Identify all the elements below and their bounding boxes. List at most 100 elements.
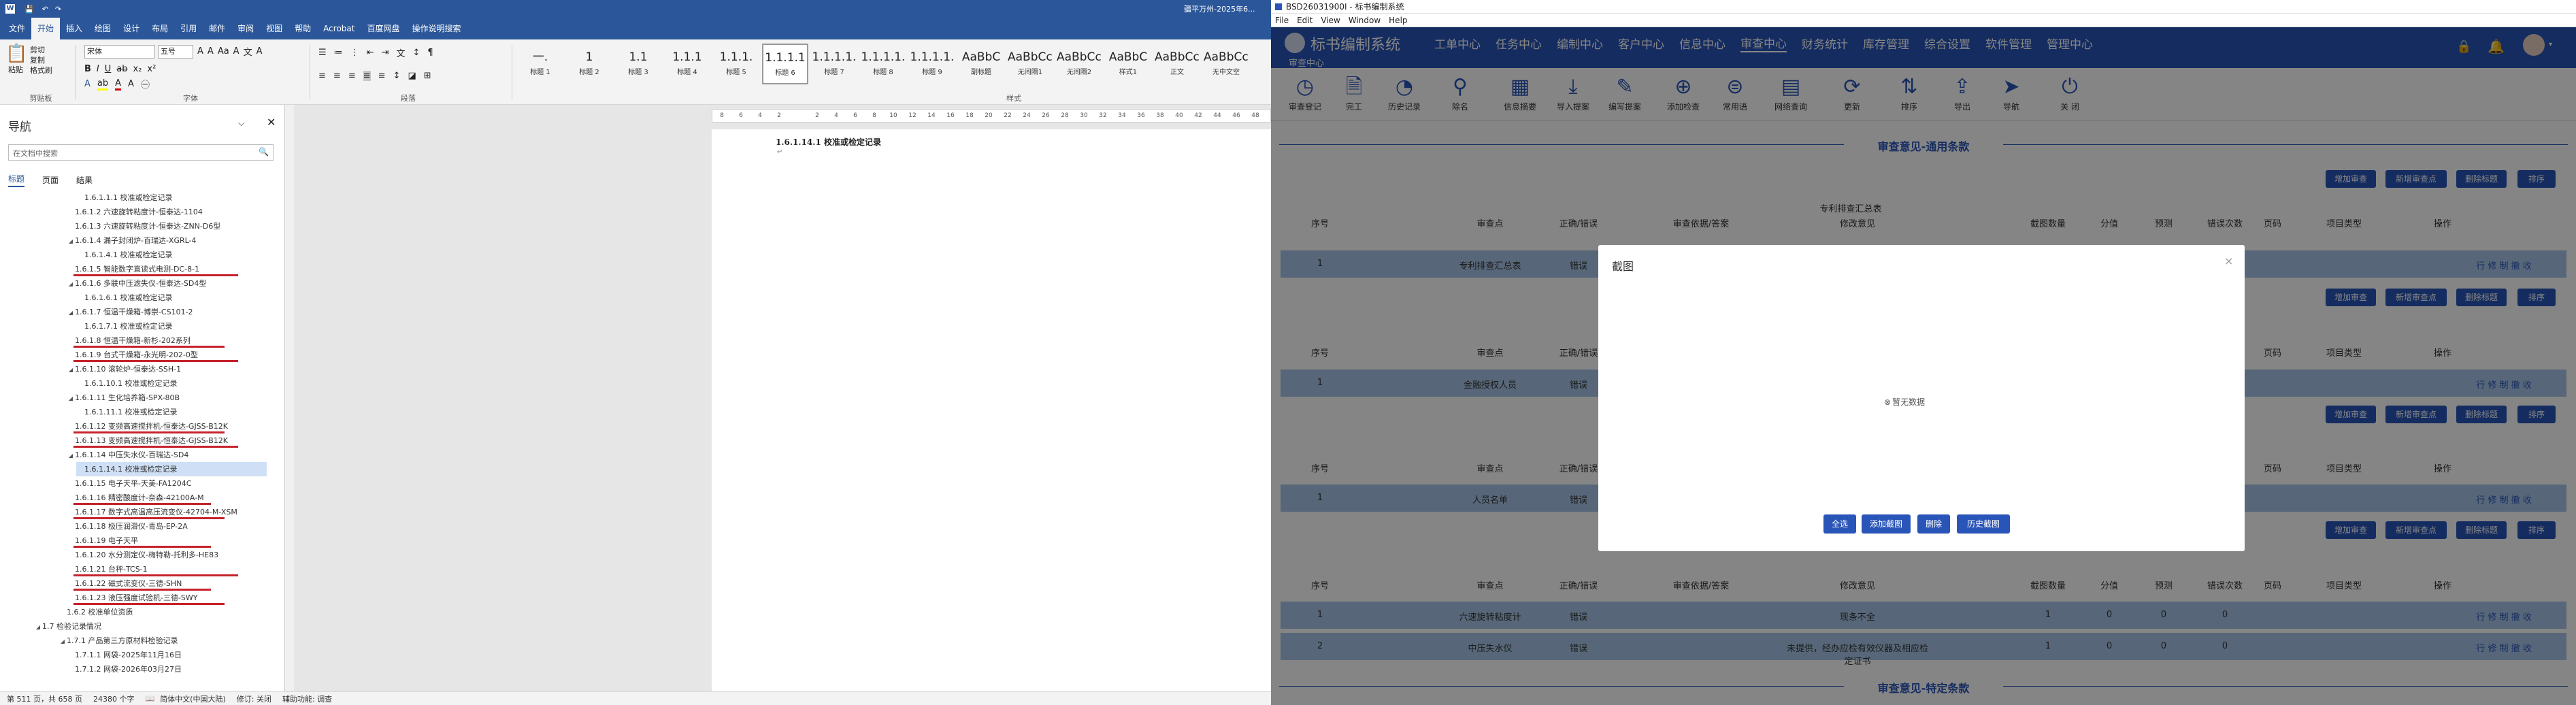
decrease-indent-icon[interactable]: ⇤ xyxy=(367,48,374,58)
select-all-button[interactable]: 全选 xyxy=(1823,514,1856,534)
word-tab-6[interactable]: 引用 xyxy=(174,18,203,39)
nav-tab-2[interactable]: 结果 xyxy=(76,174,93,186)
nav-close-icon[interactable]: ✕ xyxy=(267,116,276,129)
nav-heading-item[interactable]: ◢ 1.6.1.10 滚轮炉-恒泰达-SSH-1 xyxy=(67,362,181,376)
increase-indent-icon[interactable]: ⇥ xyxy=(382,48,389,58)
nav-heading-item[interactable]: ◢ 1.6.1.4 漏子封闭炉-百瑞达-XGRL-4 xyxy=(67,233,197,248)
word-tab-5[interactable]: 布局 xyxy=(146,18,174,39)
font-size-select[interactable]: 五号 xyxy=(158,45,193,59)
save-icon[interactable]: 💾 xyxy=(24,5,34,14)
borders-icon[interactable]: ⊞ xyxy=(424,71,431,81)
nav-heading-item[interactable]: ◢ 1.6.1.14 中压失水仪-百瑞达-SD4 xyxy=(67,448,188,462)
style-item-9[interactable]: AaBbC 副标题 xyxy=(958,44,1004,84)
expand-icon[interactable]: ◢ xyxy=(67,363,75,377)
nav-heading-item[interactable]: 1.7.1.2 网袋-2026年03月27日 xyxy=(67,662,182,676)
nav-heading-item[interactable]: 1.6.1.2 六速旋转粘度计-恒泰达-1104 xyxy=(67,205,203,219)
shrink-font-icon[interactable]: A xyxy=(208,46,214,56)
word-tab-13[interactable]: 操作说明搜索 xyxy=(406,18,467,39)
nav-search-input[interactable]: 在文档中搜索 xyxy=(13,148,58,159)
nav-heading-item[interactable]: 1.7.1.1 网袋-2025年11月16日 xyxy=(67,648,182,662)
style-item-14[interactable]: AaBbCcDd 无中文空 xyxy=(1203,44,1249,84)
style-item-7[interactable]: 1.1.1.1. 标题 8 xyxy=(860,44,906,84)
nav-heading-item[interactable]: ◢ 1.6.1.6 多联中压滤失仪-恒泰达-SD4型 xyxy=(67,276,206,291)
app-menu-0[interactable]: File xyxy=(1275,16,1289,25)
style-item-12[interactable]: AaBbC 样式1 xyxy=(1105,44,1151,84)
word-tab-7[interactable]: 邮件 xyxy=(203,18,231,39)
nav-search-box[interactable]: 在文档中搜索 🔍 xyxy=(8,144,274,161)
style-item-2[interactable]: 1.1 标题 3 xyxy=(615,44,661,84)
expand-icon[interactable]: ◢ xyxy=(59,634,67,649)
style-item-3[interactable]: 1.1.1 标题 4 xyxy=(664,44,710,84)
numbering-icon[interactable]: ≔ xyxy=(334,48,343,58)
delete-button[interactable]: 删除 xyxy=(1917,514,1950,534)
nav-heading-item[interactable]: 1.6.1.20 水分测定仪-梅特勒-托利多-HE83 xyxy=(67,548,218,562)
style-item-6[interactable]: 1.1.1.1. 标题 7 xyxy=(811,44,857,84)
proofing-icon[interactable]: 📖 xyxy=(145,694,154,703)
change-case-icon[interactable]: Aa xyxy=(218,46,229,56)
word-tab-8[interactable]: 审阅 xyxy=(231,18,260,39)
nav-heading-item[interactable]: 1.6.1.4.1 校准或检定记录 xyxy=(76,248,172,262)
clipboard-item-1[interactable]: 复制 xyxy=(30,55,52,65)
align-left-icon[interactable]: ≡ xyxy=(318,71,326,81)
add-screenshot-button[interactable]: 添加截图 xyxy=(1862,514,1911,534)
word-tab-10[interactable]: 帮助 xyxy=(288,18,317,39)
style-item-1[interactable]: 1 标题 2 xyxy=(566,44,612,84)
clipboard-item-2[interactable]: 格式刷 xyxy=(30,65,52,76)
word-tab-4[interactable]: 设计 xyxy=(117,18,146,39)
strike-icon[interactable]: ab xyxy=(116,64,127,74)
word-tab-9[interactable]: 视图 xyxy=(260,18,288,39)
expand-icon[interactable]: ◢ xyxy=(67,234,75,248)
nav-heading-item[interactable]: ◢ 1.7.1 产品第三方原材料检验记录 xyxy=(59,634,178,648)
app-menu-1[interactable]: Edit xyxy=(1297,16,1312,25)
shading-icon[interactable]: A xyxy=(128,79,134,89)
paragraph-shading-icon[interactable]: ◪ xyxy=(408,71,416,81)
border-char-icon[interactable]: A xyxy=(257,46,263,56)
nav-tab-1[interactable]: 页面 xyxy=(42,174,59,186)
bullets-icon[interactable]: ☰ xyxy=(318,48,327,58)
nav-heading-item[interactable]: 1.6.1.7.1 校准或检定记录 xyxy=(76,319,172,333)
nav-tab-0[interactable]: 标题 xyxy=(8,173,25,187)
expand-icon[interactable]: ◢ xyxy=(67,277,75,291)
word-tab-3[interactable]: 绘图 xyxy=(88,18,117,39)
doc-heading[interactable]: 1.6.1.14.1 校准或检定记录 xyxy=(776,136,881,148)
word-tab-1[interactable]: 开始 xyxy=(31,18,61,39)
justify-icon[interactable]: ≡ xyxy=(363,71,371,81)
chinese-layout-icon[interactable]: 文 xyxy=(396,46,405,59)
status-page[interactable]: 第 511 页，共 658 页 xyxy=(7,693,82,704)
document-page[interactable]: 1.6.1.14.1 校准或检定记录 ↵ xyxy=(712,129,1271,691)
nav-heading-item[interactable]: 1.6.1.10.1 校准或检定记录 xyxy=(76,376,177,391)
search-icon[interactable]: 🔍 xyxy=(259,147,269,157)
nav-heading-item[interactable]: 1.6.1.6.1 校准或检定记录 xyxy=(76,291,172,305)
style-item-8[interactable]: 1.1.1.1. 标题 9 xyxy=(909,44,955,84)
expand-icon[interactable]: ◢ xyxy=(67,448,75,463)
expand-icon[interactable]: ◢ xyxy=(34,620,42,634)
enclose-icon[interactable]: ㊀ xyxy=(141,78,150,91)
italic-icon[interactable]: I xyxy=(97,64,99,74)
status-revision[interactable]: 修订: 关闭 xyxy=(237,693,271,704)
subscript-icon[interactable]: x₂ xyxy=(133,64,142,74)
status-lang[interactable]: 简体中文(中国大陆) xyxy=(160,693,226,704)
font-name-select[interactable]: 宋体 xyxy=(84,45,155,59)
show-marks-icon[interactable]: ¶ xyxy=(427,48,433,58)
style-item-11[interactable]: AaBbCcDd 无间隔2 xyxy=(1056,44,1102,84)
highlight-icon[interactable]: ab xyxy=(97,78,109,91)
nav-heading-item[interactable]: ◢ 1.7 检验记录情况 xyxy=(34,619,101,634)
style-item-4[interactable]: 1.1.1. 标题 5 xyxy=(713,44,759,84)
text-effect-icon[interactable]: A xyxy=(84,79,90,89)
superscript-icon[interactable]: x² xyxy=(147,64,156,74)
status-words[interactable]: 24380 个字 xyxy=(93,693,135,704)
style-item-13[interactable]: AaBbCcDd 正文 xyxy=(1154,44,1200,84)
underline-icon[interactable]: U xyxy=(105,64,112,74)
grow-font-icon[interactable]: A xyxy=(197,46,203,56)
redo-icon[interactable]: ↷ xyxy=(55,5,61,14)
nav-heading-item[interactable]: 1.6.2 校准单位资质 xyxy=(59,605,133,619)
align-center-icon[interactable]: ≡ xyxy=(333,71,341,81)
close-icon[interactable]: × xyxy=(2224,255,2233,267)
nav-heading-item[interactable]: 1.6.1.1.1 校准或检定记录 xyxy=(76,191,172,205)
nav-heading-item[interactable]: ◢ 1.6.1.11 生化培养箱-SPX-80B xyxy=(67,391,180,405)
nav-heading-item[interactable]: 1.6.1.3 六速旋转粘度计-恒泰达-ZNN-D6型 xyxy=(67,219,220,233)
style-item-10[interactable]: AaBbCcDd 无间隔1 xyxy=(1007,44,1053,84)
word-tab-12[interactable]: 百度网盘 xyxy=(361,18,406,39)
sort-icon[interactable]: ↕ xyxy=(412,48,420,58)
expand-icon[interactable]: ◢ xyxy=(67,306,75,320)
